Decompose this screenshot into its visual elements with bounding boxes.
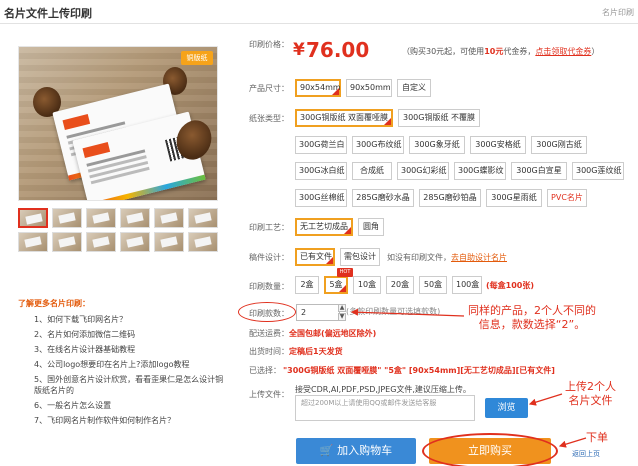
paper-option[interactable]: 300G冰白纸 — [295, 162, 347, 180]
size-option[interactable]: 自定义 — [397, 79, 431, 97]
knowledge-list: 1、如何下载飞印网名片？ 2、名片如何添加微信二维码 3、在线名片设计器基础教程… — [34, 312, 230, 428]
thumbnail[interactable] — [188, 232, 218, 252]
size-option[interactable]: 90x50mm — [346, 79, 392, 97]
count-up-button[interactable]: ▲ — [338, 304, 346, 312]
annotation-upload: 上传2个人 名片文件 — [565, 380, 616, 407]
paper-option[interactable]: 300G铜版纸 不覆膜 — [398, 109, 480, 127]
design-option[interactable]: 已有文件 — [295, 248, 335, 266]
arrow-to-buy — [558, 437, 587, 448]
knowledge-link[interactable]: 5、国外创意名片设计欣赏，看看歪果仁是怎么设计铜版纸名片的 — [34, 374, 230, 396]
quantity-option[interactable]: 100盒 — [452, 276, 482, 294]
design-note: 如没有印刷文件，去自助设计名片 — [387, 253, 507, 262]
arrow-to-browse — [528, 393, 563, 406]
knowledge-title: 了解更多名片印刷： — [18, 299, 90, 308]
craft-label: 印刷工艺： — [249, 223, 289, 232]
size-label: 产品尺寸： — [249, 84, 289, 93]
thumbnail[interactable] — [154, 232, 184, 252]
design-option[interactable]: 需包设计 — [340, 248, 380, 266]
paper-option[interactable]: 300G铜版纸 双面覆哑膜 — [295, 109, 393, 127]
thumbnail[interactable] — [154, 208, 184, 228]
paper-option[interactable]: 300G蝶影纹 — [454, 162, 506, 180]
knowledge-link[interactable]: 7、飞印网名片制作软件如何制作名片？ — [34, 413, 230, 428]
quantity-label: 印刷数量： — [249, 282, 289, 291]
thumbnail[interactable] — [18, 232, 48, 252]
browse-button[interactable]: 浏览 — [485, 398, 528, 418]
knowledge-link[interactable]: 3、在线名片设计器基础教程 — [34, 342, 230, 357]
thumbnail[interactable] — [18, 208, 48, 228]
paper-option[interactable]: 300G幻彩纸 — [397, 162, 449, 180]
thumbnail[interactable] — [120, 232, 150, 252]
ship-time-value: 定稿后1天发货 — [289, 347, 343, 356]
paper-option[interactable]: 300G星雨纸 — [486, 189, 542, 207]
paper-option[interactable]: 285G磨砂水晶 — [352, 189, 414, 207]
paper-option[interactable]: 300G安格纸 — [470, 136, 526, 154]
paper-option[interactable]: 300G象牙纸 — [409, 136, 465, 154]
quantity-option[interactable]: 20盒 — [386, 276, 414, 294]
price-note: （购买30元起，可使用10元代金券，点击领取代金券） — [402, 47, 600, 56]
product-main-image: 铜版纸 — [18, 46, 218, 201]
coupon-link[interactable]: 点击领取代金券 — [535, 47, 591, 56]
count-suffix: (多款印刷数量可选填款数) — [346, 307, 441, 316]
count-label-highlight — [238, 302, 296, 322]
thumbnail[interactable] — [52, 232, 82, 252]
hot-badge: HOT — [337, 268, 353, 277]
paper-option[interactable]: 300G荷兰白 — [295, 136, 347, 154]
back-link[interactable]: 返回上页 — [572, 449, 600, 459]
design-label: 稿件设计： — [249, 253, 289, 262]
shipping-value: 全国包邮(偏远地区除外) — [289, 329, 377, 338]
add-to-cart-button[interactable]: 🛒 加入购物车 — [296, 438, 416, 464]
thumbnail[interactable] — [86, 232, 116, 252]
upload-label: 上传文件： — [249, 390, 289, 399]
knowledge-link[interactable]: 4、公司logo想要印在名片上?添加logo教程 — [34, 357, 230, 372]
count-down-button[interactable]: ▼ — [338, 313, 346, 321]
paper-option[interactable]: 300G布纹纸 — [352, 136, 404, 154]
upload-hint: 接受CDR,AI,PDF,PSD,JPEG文件,建议压缩上传。 — [295, 385, 471, 394]
quantity-option[interactable]: 50盒 — [419, 276, 447, 294]
count-input[interactable]: 2 — [296, 304, 340, 321]
quantity-option[interactable]: 2盒 — [295, 276, 319, 294]
paper-option[interactable]: 300G刚古纸 — [531, 136, 587, 154]
knowledge-link[interactable]: 2、名片如何添加微信二维码 — [34, 327, 230, 342]
breadcrumb[interactable]: 名片印刷 — [602, 7, 634, 18]
thumbnail[interactable] — [86, 208, 116, 228]
selected-summary: "300G铜版纸 双面覆哑膜" "5盒" [90x54mm][无工艺切成品][已… — [283, 366, 555, 375]
paper-option[interactable]: 300G丝棉纸 — [295, 189, 347, 207]
price-label: 印刷价格： — [249, 40, 289, 49]
buy-now-highlight — [422, 433, 558, 466]
paper-tag-badge: 铜版纸 — [181, 51, 213, 65]
quantity-option[interactable]: 5盒 — [324, 276, 348, 294]
thumbnail-strip — [18, 208, 218, 252]
thumbnail[interactable] — [52, 208, 82, 228]
craft-option[interactable]: 无工艺切成品 — [295, 218, 353, 236]
knowledge-link[interactable]: 6、一般名片怎么设置 — [34, 398, 230, 413]
paper-option[interactable]: 285G磨砂铂晶 — [419, 189, 481, 207]
thumbnail[interactable] — [120, 208, 150, 228]
paper-option[interactable]: 300G白宣星 — [511, 162, 567, 180]
craft-option[interactable]: 圆角 — [358, 218, 384, 236]
price-amount: 76.00 — [306, 38, 370, 62]
paper-option[interactable]: 300G莲纹纸 — [572, 162, 624, 180]
self-design-link[interactable]: 去自助设计名片 — [451, 253, 507, 262]
upload-file-box[interactable]: 超过200M以上请使用QQ或邮件发送给客服 — [295, 395, 475, 421]
paper-option[interactable]: PVC名片 — [547, 189, 587, 207]
size-option[interactable]: 90x54mm — [295, 79, 341, 97]
knowledge-link[interactable]: 1、如何下载飞印网名片？ — [34, 312, 230, 327]
thumbnail[interactable] — [188, 208, 218, 228]
price-symbol: ¥ — [293, 40, 305, 60]
quantity-note: (每盒100张) — [486, 281, 535, 290]
page-title: 名片文件上传印刷 — [4, 7, 92, 20]
paper-option[interactable]: 合成纸 — [352, 162, 392, 180]
paper-label: 纸张类型： — [249, 114, 289, 123]
annotation-count: 同样的产品，2个人不同的 信息，款数选择“2”。 — [468, 304, 596, 331]
cart-icon: 🛒 — [319, 444, 338, 457]
annotation-order: 下单 — [586, 431, 608, 444]
quantity-option[interactable]: 10盒 — [353, 276, 381, 294]
page-header: 名片文件上传印刷 名片印刷 — [0, 0, 638, 24]
